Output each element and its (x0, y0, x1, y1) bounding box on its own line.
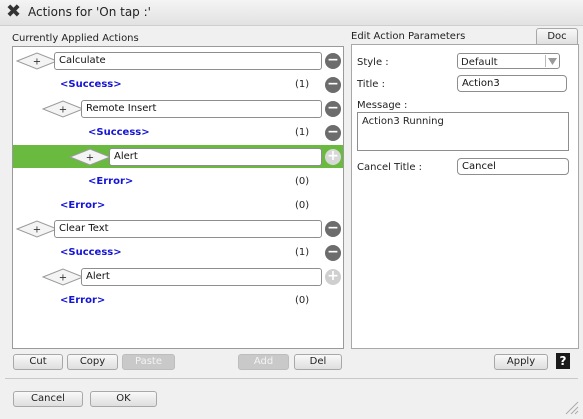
applied-actions-header: Currently Applied Actions (12, 33, 139, 44)
del-button[interactable]: Del (294, 354, 342, 370)
error-branch[interactable]: <Error> (88, 176, 133, 187)
action-alert-selected[interactable]: Alert (109, 148, 322, 166)
message-textarea[interactable]: Action3 Running (357, 112, 569, 151)
action-alert[interactable]: Alert (81, 268, 322, 286)
error-branch[interactable]: <Error> (60, 200, 105, 211)
style-label: Style : (357, 57, 389, 68)
title-field[interactable]: Action3 (457, 75, 567, 92)
expand-diamond-icon[interactable]: + (16, 52, 58, 70)
cancel-button[interactable]: Cancel (13, 391, 83, 407)
apply-button[interactable]: Apply (494, 354, 548, 370)
branch-count: (1) (295, 127, 310, 138)
success-branch[interactable]: <Success> (60, 247, 122, 258)
style-value: Default (461, 57, 498, 68)
ok-button[interactable]: OK (90, 391, 157, 407)
remove-action-button[interactable]: − (325, 53, 341, 69)
action-calculate[interactable]: Calculate (54, 52, 322, 70)
doc-tab[interactable]: Doc (536, 28, 578, 44)
branch-count: (0) (295, 295, 310, 306)
action-clear-text[interactable]: Clear Text (54, 220, 322, 238)
expand-diamond-icon[interactable]: + (42, 100, 84, 118)
expand-diamond-icon[interactable]: + (42, 268, 84, 286)
remove-branch-button[interactable]: − (325, 77, 341, 93)
svg-text:+: + (86, 153, 94, 164)
branch-count: (1) (295, 79, 310, 90)
error-branch[interactable]: <Error> (60, 295, 105, 306)
expand-diamond-icon[interactable]: + (69, 148, 111, 166)
expand-diamond-icon[interactable]: + (16, 220, 58, 238)
copy-button[interactable]: Copy (67, 354, 118, 370)
window-title: Actions for 'On tap :' (28, 5, 151, 19)
message-label: Message : (357, 100, 408, 111)
branch-count: (1) (295, 247, 310, 258)
action-remote-insert[interactable]: Remote Insert (81, 100, 322, 118)
svg-text:+: + (59, 105, 67, 116)
branch-count: (0) (295, 200, 310, 211)
add-button[interactable]: Add (238, 354, 289, 370)
chevron-down-icon[interactable] (545, 55, 558, 67)
cancel-title-field[interactable]: Cancel (457, 158, 569, 175)
close-icon[interactable]: ✖ (6, 3, 24, 21)
branch-count: (0) (295, 176, 310, 187)
help-icon[interactable]: ? (556, 353, 570, 369)
edit-params-header: Edit Action Parameters (351, 31, 466, 42)
svg-text:+: + (33, 225, 41, 236)
paste-button[interactable]: Paste (122, 354, 175, 370)
resize-grip-icon[interactable] (563, 399, 579, 415)
add-branch-icon[interactable]: + (325, 149, 341, 165)
cancel-title-label: Cancel Title : (357, 162, 423, 173)
footer-divider (5, 378, 578, 379)
title-label: Title : (357, 79, 385, 90)
add-branch-icon[interactable]: + (325, 269, 341, 285)
remove-branch-button[interactable]: − (325, 245, 341, 261)
remove-branch-button[interactable]: − (325, 125, 341, 141)
remove-action-button[interactable]: − (325, 101, 341, 117)
cut-button[interactable]: Cut (13, 354, 63, 370)
svg-text:+: + (59, 273, 67, 284)
svg-text:+: + (33, 57, 41, 68)
remove-action-button[interactable]: − (325, 221, 341, 237)
success-branch[interactable]: <Success> (60, 79, 122, 90)
success-branch[interactable]: <Success> (88, 127, 150, 138)
